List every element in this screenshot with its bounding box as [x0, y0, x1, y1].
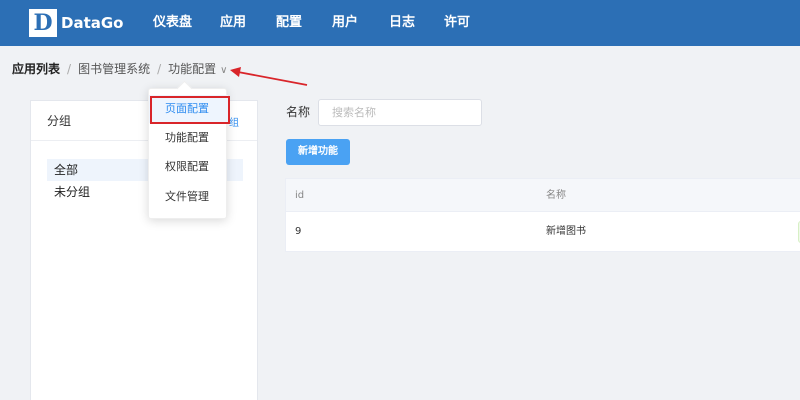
chevron-down-icon[interactable]: ∨: [220, 63, 227, 79]
breadcrumb-app-name[interactable]: 图书管理系统: [78, 61, 150, 77]
table-row[interactable]: 9 新增图书: [286, 212, 800, 251]
menu-item-page-config[interactable]: 页面配置: [149, 95, 228, 123]
menu-item-file-management[interactable]: 文件管理: [149, 183, 228, 211]
column-header-id[interactable]: id: [295, 179, 304, 212]
breadcrumb: 应用列表 / 图书管理系统 / 功能配置 ∨: [12, 61, 227, 77]
add-group-link[interactable]: 组: [229, 117, 239, 131]
nav-item-users[interactable]: 用户: [332, 0, 358, 46]
column-header-name[interactable]: 名称: [546, 179, 566, 212]
nav-item-logs[interactable]: 日志: [389, 0, 415, 46]
logo[interactable]: D DataGo: [29, 9, 123, 37]
group-panel-title: 分组: [47, 114, 72, 128]
name-search-input[interactable]: [318, 99, 482, 126]
menu-item-function-config[interactable]: 功能配置: [149, 124, 228, 152]
function-table: id 名称 9 新增图书: [285, 178, 800, 252]
logo-text: DataGo: [61, 14, 124, 32]
breadcrumb-current-section[interactable]: 功能配置: [168, 61, 216, 77]
cell-id: 9: [295, 226, 302, 237]
add-function-button[interactable]: 新增功能: [286, 139, 350, 165]
logo-icon: D: [29, 9, 57, 37]
nav-item-license[interactable]: 许可: [444, 0, 470, 46]
breadcrumb-app-list[interactable]: 应用列表: [12, 61, 60, 77]
nav-item-config[interactable]: 配置: [276, 0, 302, 46]
breadcrumb-separator: /: [157, 62, 162, 76]
cell-name: 新增图书: [546, 226, 586, 237]
nav-item-dashboard[interactable]: 仪表盘: [153, 0, 192, 46]
name-filter-label: 名称: [286, 105, 311, 119]
table-header: id 名称: [286, 179, 800, 212]
top-nav-bar: D DataGo 仪表盘 应用 配置 用户 日志 许可: [0, 0, 800, 46]
nav-item-apps[interactable]: 应用: [220, 0, 246, 46]
breadcrumb-separator: /: [67, 62, 72, 76]
menu-item-permission-config[interactable]: 权限配置: [149, 153, 228, 181]
section-dropdown-menu: 页面配置 功能配置 权限配置 文件管理: [148, 88, 228, 219]
